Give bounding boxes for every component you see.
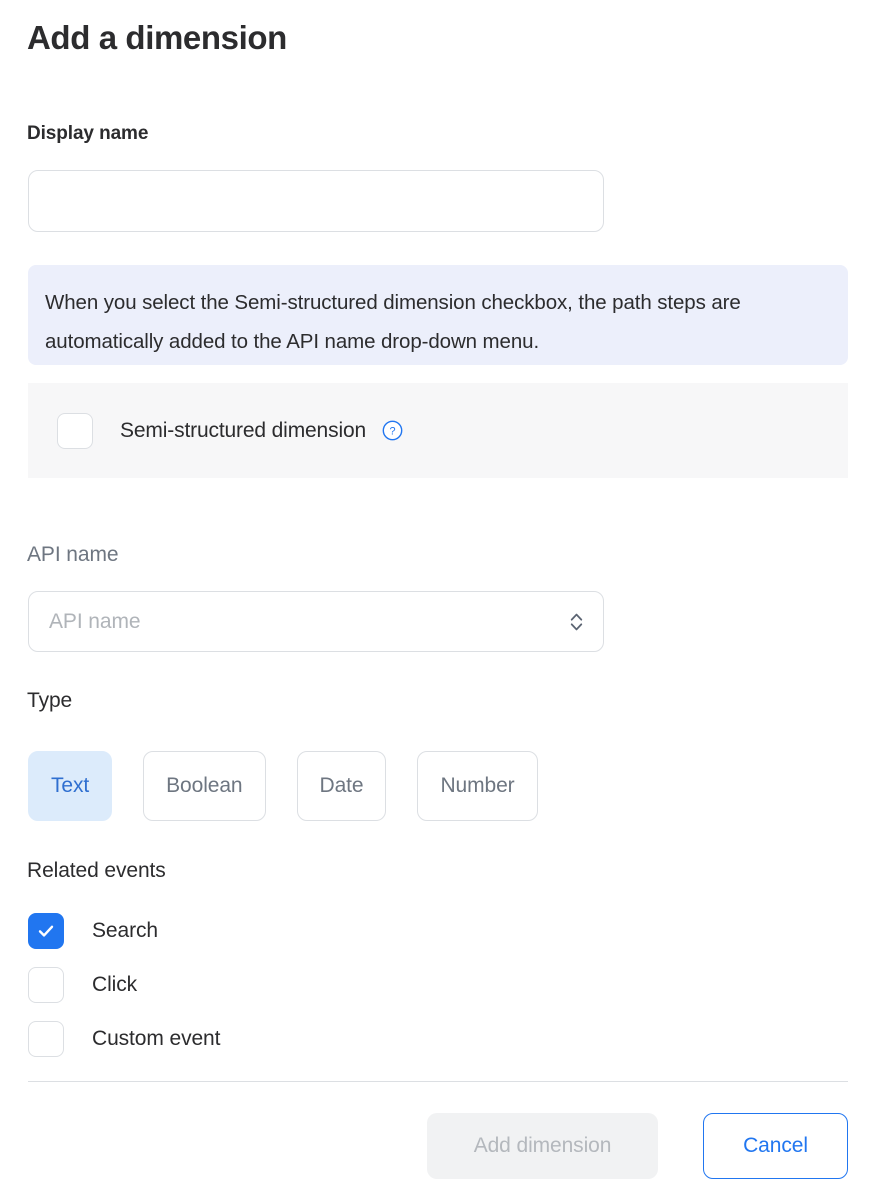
related-event-label-click: Click <box>92 973 137 996</box>
semi-structured-dimension-checkbox[interactable] <box>57 412 93 449</box>
api-name-label: API name <box>27 543 119 566</box>
add-dimension-button[interactable]: Add dimension <box>427 1113 658 1179</box>
info-banner-text: When you select the Semi-structured dime… <box>45 291 741 353</box>
checkmark-icon <box>38 925 54 937</box>
related-event-row-search[interactable]: Search <box>28 904 478 958</box>
related-event-row-click[interactable]: Click <box>28 958 478 1012</box>
type-option-group: Text Boolean Date Number <box>28 751 538 821</box>
type-option-boolean[interactable]: Boolean <box>143 751 266 821</box>
api-name-value: API name <box>49 609 141 633</box>
semi-structured-dimension-label: Semi-structured dimension <box>120 418 367 442</box>
related-events-label: Related events <box>27 859 166 882</box>
add-dimension-dialog: Add a dimension Display name When you se… <box>0 0 870 1198</box>
type-option-date[interactable]: Date <box>296 751 387 821</box>
related-event-label-custom-event: Custom event <box>92 1027 221 1050</box>
info-banner: When you select the Semi-structured dime… <box>28 265 848 365</box>
display-name-label: Display name <box>27 123 149 144</box>
question-circle-icon[interactable]: ? <box>382 420 403 441</box>
page-title: Add a dimension <box>27 19 287 56</box>
related-event-checkbox-search[interactable] <box>28 913 64 949</box>
svg-text:?: ? <box>389 426 395 438</box>
api-name-select[interactable]: API name <box>28 591 604 652</box>
semi-structured-dimension-row[interactable]: Semi-structured dimension ? <box>28 383 848 478</box>
related-event-label-search: Search <box>92 919 158 942</box>
type-option-text[interactable]: Text <box>28 751 113 821</box>
cancel-button[interactable]: Cancel <box>703 1113 848 1179</box>
related-event-checkbox-click[interactable] <box>28 967 64 1003</box>
type-option-number[interactable]: Number <box>417 751 538 821</box>
related-events-list: Search Click Custom event <box>28 904 478 1066</box>
type-label: Type <box>27 689 73 712</box>
related-event-checkbox-custom-event[interactable] <box>28 1021 64 1057</box>
related-event-row-custom-event[interactable]: Custom event <box>28 1012 478 1066</box>
footer-actions: Add dimension Cancel <box>28 1113 848 1179</box>
display-name-input[interactable] <box>28 170 604 232</box>
chevron-up-down-icon[interactable] <box>568 609 585 635</box>
footer-divider <box>28 1081 848 1082</box>
